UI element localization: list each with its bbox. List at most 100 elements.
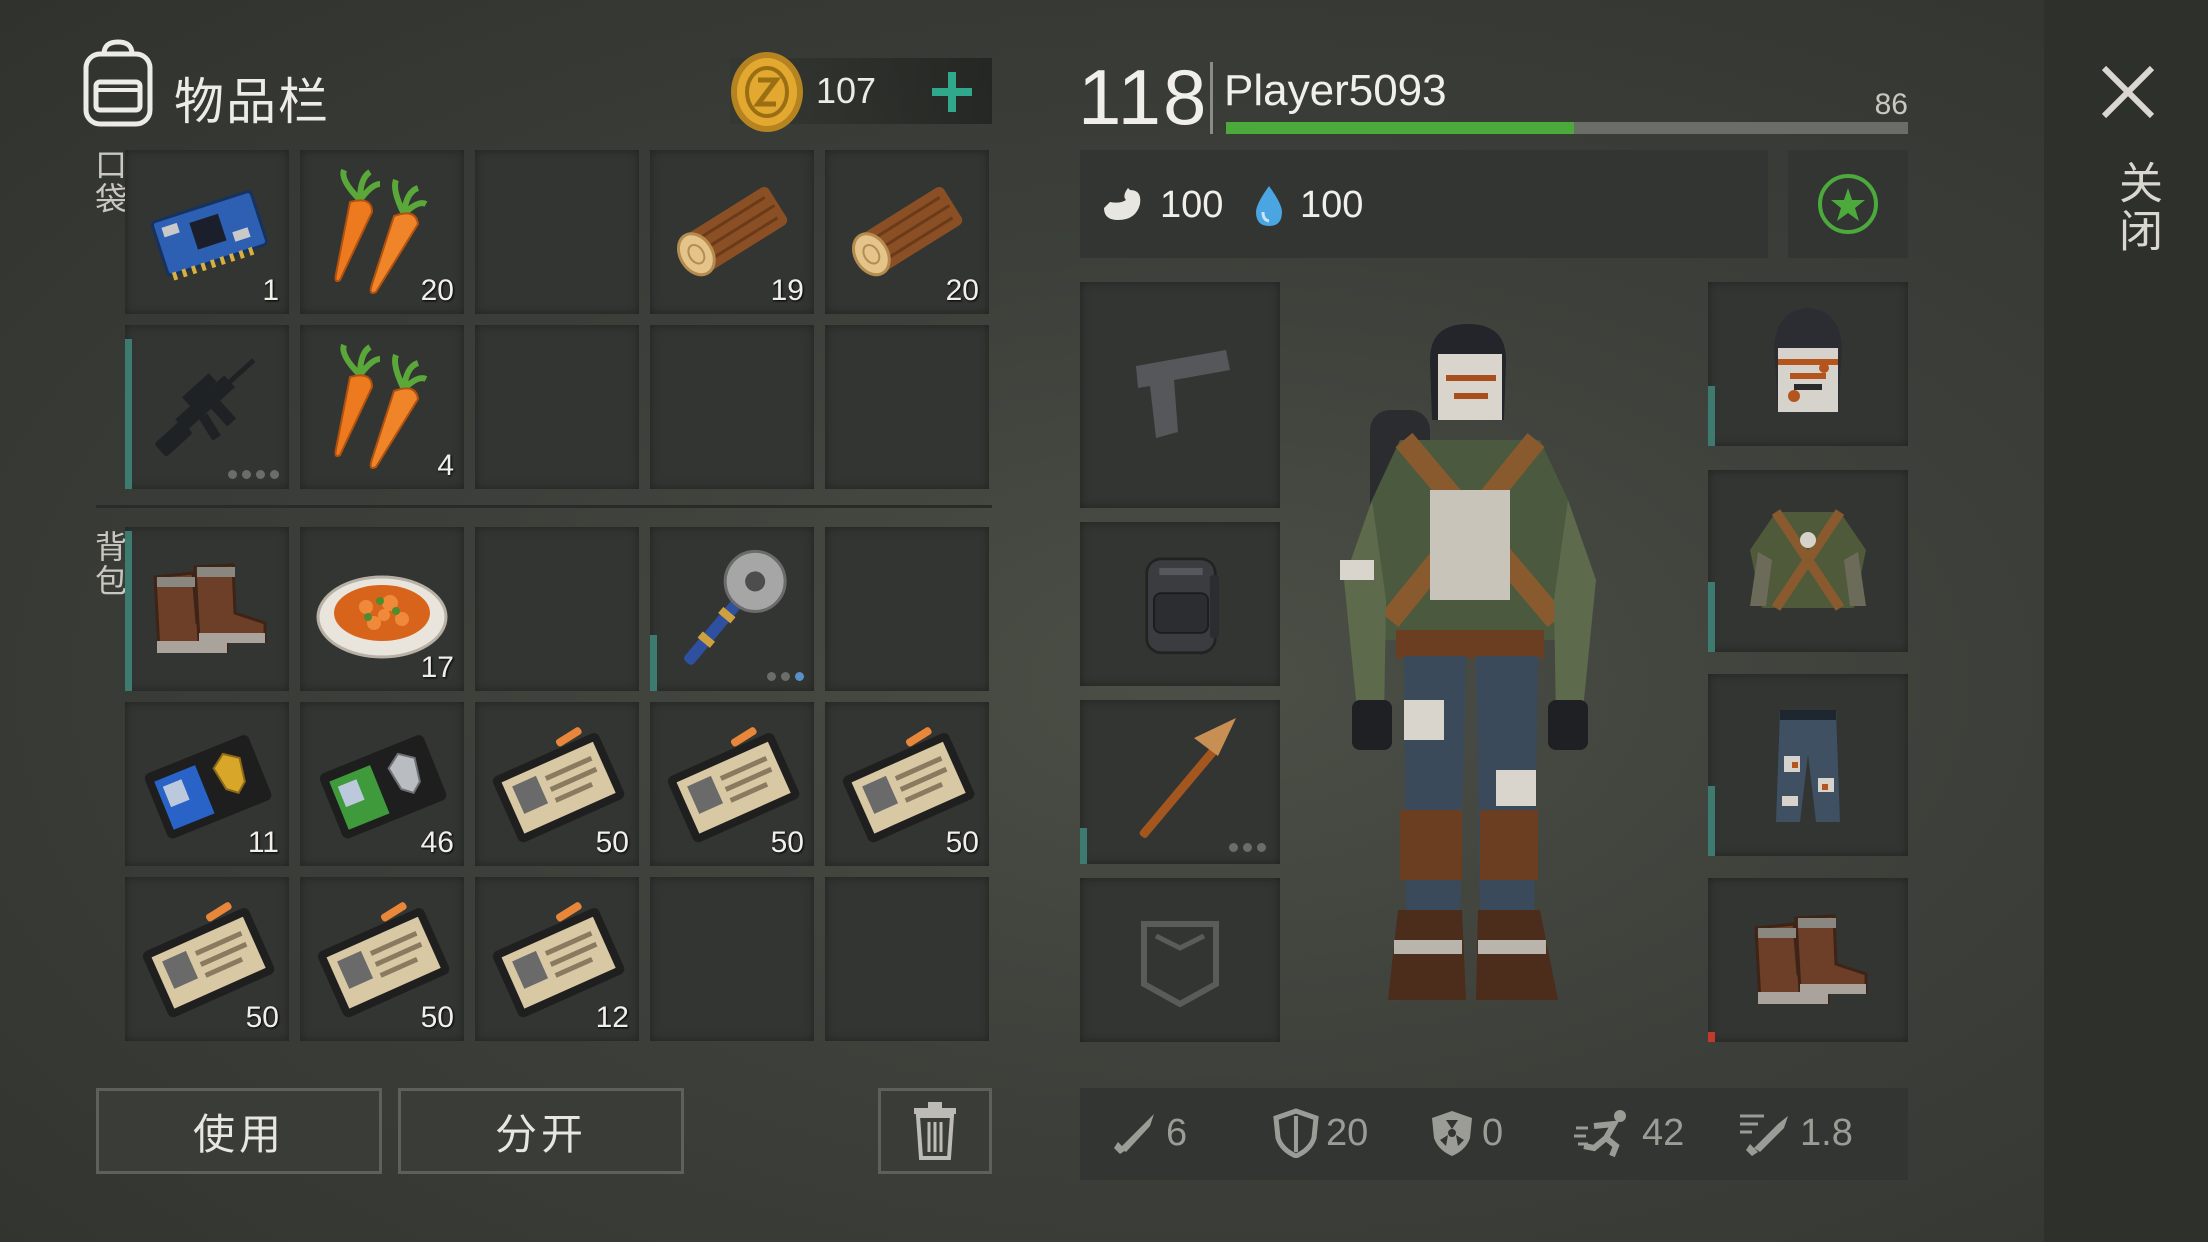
speed-value: 42: [1642, 1111, 1685, 1154]
item-quantity: 11: [247, 826, 279, 859]
weapon-slot[interactable]: [1080, 282, 1280, 508]
pants-slot[interactable]: [1708, 674, 1908, 856]
level-separator: [1210, 62, 1213, 134]
pocket-slot[interactable]: 1: [125, 150, 289, 314]
stomach-icon: [1104, 188, 1141, 220]
backpack-slot-empty[interactable]: [825, 877, 989, 1041]
attachment-dots: [228, 470, 279, 479]
durability-bar: [1708, 582, 1715, 652]
attack-speed-stat: 1.8: [1738, 1108, 1853, 1158]
item-quantity: 19: [770, 274, 804, 307]
close-icon[interactable]: [2098, 62, 2158, 122]
durability-bar: [650, 635, 657, 691]
pistol-icon: [1108, 322, 1252, 466]
backpack-slot[interactable]: 17: [300, 527, 464, 691]
backpack-slot[interactable]: 50: [125, 877, 289, 1041]
durability-bar: [1708, 1032, 1715, 1042]
backpack-slot[interactable]: 46: [300, 702, 464, 866]
item-quantity: 50: [945, 826, 979, 859]
pocket-slot[interactable]: 20: [825, 150, 989, 314]
delete-button[interactable]: [878, 1088, 992, 1174]
pocket-slot-empty[interactable]: [475, 150, 639, 314]
pocket-slot[interactable]: 19: [650, 150, 814, 314]
jacket-slot[interactable]: [1708, 470, 1908, 652]
backpack-slot-empty[interactable]: [475, 527, 639, 691]
helmet-slot[interactable]: [1708, 282, 1908, 446]
item-quantity: 50: [420, 1001, 454, 1034]
star-icon: [1818, 174, 1878, 234]
backpack-slot[interactable]: [125, 527, 289, 691]
pocket-slot-empty[interactable]: [475, 325, 639, 489]
player-level: 118: [1078, 53, 1209, 141]
boots-slot[interactable]: [1708, 878, 1908, 1042]
durability-bar: [125, 531, 132, 691]
attack-speed-icon: [1740, 1114, 1788, 1156]
backpack-slot[interactable]: 50: [825, 702, 989, 866]
durability-bar: [1708, 386, 1715, 446]
pocket-slot[interactable]: [125, 325, 289, 489]
jacket-icon: [1736, 488, 1880, 632]
backpack-slot[interactable]: 50: [650, 702, 814, 866]
boots-icon: [135, 537, 279, 681]
attack-speed-value: 1.8: [1800, 1111, 1853, 1154]
pickaxe-icon: [1108, 710, 1252, 854]
backpack-slot[interactable]: 11: [125, 702, 289, 866]
item-quantity: 46: [420, 826, 454, 859]
backpack-slot[interactable]: 50: [475, 702, 639, 866]
running-icon: [1574, 1110, 1626, 1158]
character-model: [1340, 324, 1596, 1000]
item-quantity: 20: [945, 274, 979, 307]
item-quantity: 12: [595, 1001, 629, 1034]
trash-icon: [914, 1102, 956, 1160]
backpack-icon: [83, 39, 153, 127]
shield-icon: [1273, 1108, 1319, 1158]
backpack-equip-slot[interactable]: [1080, 522, 1280, 686]
radiation-defense-stat: 0: [1428, 1108, 1503, 1158]
radiation-defense-value: 0: [1482, 1111, 1504, 1154]
damage-stat: 6: [1110, 1108, 1187, 1158]
pocket-slot[interactable]: 20: [300, 150, 464, 314]
xp-value: 86: [1874, 88, 1908, 121]
item-quantity: 50: [595, 826, 629, 859]
use-button[interactable]: 使用: [96, 1088, 382, 1174]
food-value: 100: [1160, 184, 1224, 226]
backpack-slot-empty[interactable]: [825, 527, 989, 691]
attachment-dots: [1229, 843, 1266, 852]
durability-bar: [1708, 786, 1715, 856]
split-button[interactable]: 分开: [398, 1088, 684, 1174]
armor-value: 20: [1326, 1111, 1369, 1154]
backpack-slot-empty[interactable]: [650, 877, 814, 1041]
add-coins-button[interactable]: [922, 58, 982, 124]
backpack-slot[interactable]: 12: [475, 877, 639, 1041]
backpack-slot[interactable]: 50: [300, 877, 464, 1041]
inventory-title: 物品栏: [174, 74, 330, 130]
pocket-slot-empty[interactable]: [650, 325, 814, 489]
xp-progress-fill: [1226, 122, 1574, 134]
boots-equipped-icon: [1736, 888, 1880, 1032]
durability-bar: [125, 339, 132, 489]
armor-stat: 20: [1272, 1108, 1368, 1158]
pocket-slot-empty[interactable]: [825, 325, 989, 489]
pants-icon: [1736, 692, 1880, 836]
item-quantity: 17: [420, 651, 454, 684]
player-name: Player5093: [1224, 66, 1447, 115]
radiation-shield-icon: [1432, 1111, 1472, 1156]
durability-bar: [1080, 828, 1087, 864]
saw-mace-icon: [660, 537, 804, 681]
tool-slot[interactable]: [1080, 700, 1280, 864]
coin-count: 107: [816, 70, 877, 111]
item-quantity: 1: [262, 274, 279, 307]
attachment-dots: [767, 672, 804, 681]
speed-stat: 42: [1574, 1108, 1684, 1158]
item-quantity: 50: [245, 1001, 279, 1034]
status-effects-button[interactable]: [1788, 150, 1908, 258]
xp-progress-bar: [1226, 122, 1908, 134]
pocket-equip-slot[interactable]: [1080, 878, 1280, 1042]
water-value: 100: [1300, 184, 1364, 226]
section-divider: [96, 505, 992, 508]
backpack-slot[interactable]: [650, 527, 814, 691]
pocket-slot[interactable]: 4: [300, 325, 464, 489]
item-quantity: 4: [437, 449, 454, 482]
close-label[interactable]: 关闭: [2104, 160, 2168, 256]
carrots-icon: [310, 335, 454, 479]
